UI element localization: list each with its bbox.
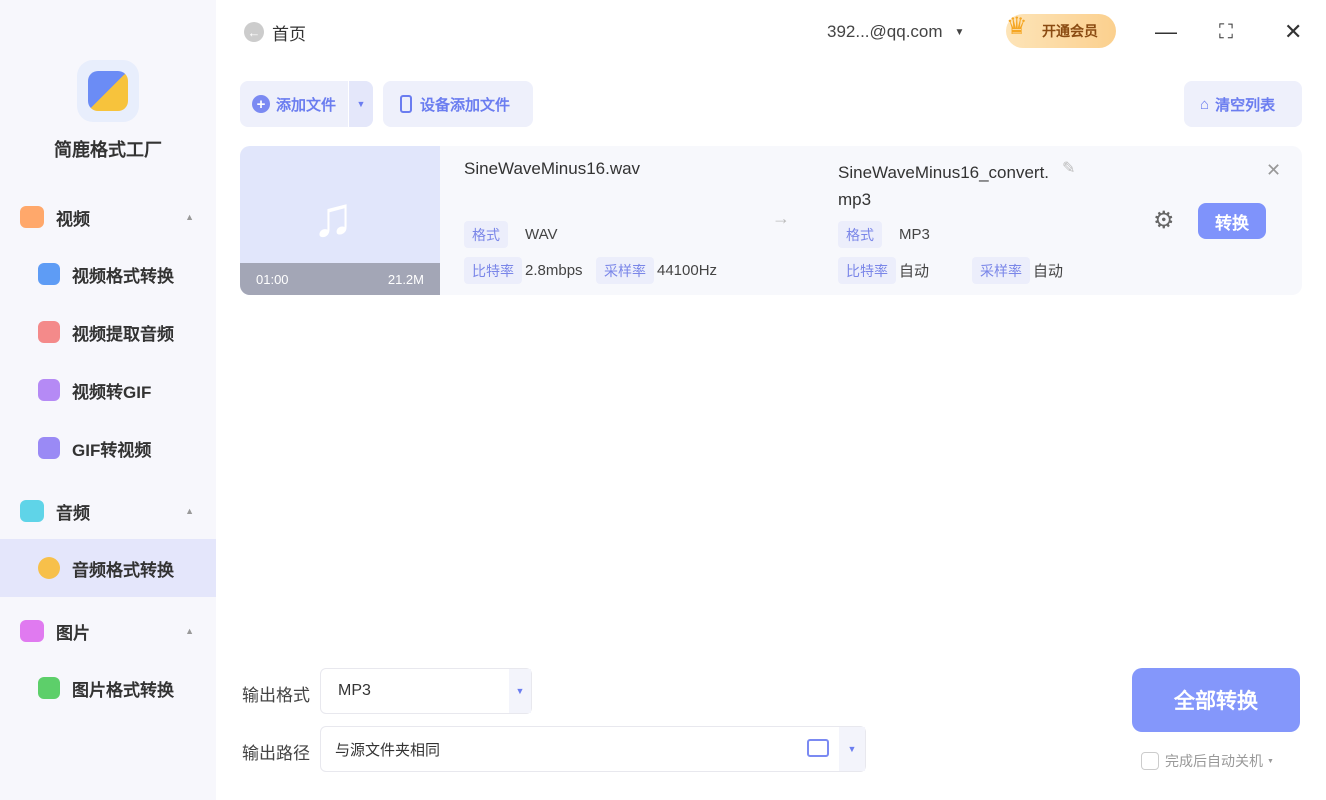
music-note-icon: ♫ <box>312 184 354 249</box>
account-email: 392...@qq.com <box>827 22 943 42</box>
target-filename: SineWaveMinus16_convert.mp3 <box>838 159 1053 213</box>
gif-video-icon <box>38 437 60 459</box>
sidebar-section-audio[interactable]: 音频 ▲ <box>0 489 216 533</box>
target-bitrate: 自动 <box>899 257 929 284</box>
plus-circle-icon: + <box>252 95 270 113</box>
item-label: 视频转GIF <box>72 378 151 403</box>
source-bitrate: 2.8mbps <box>525 257 583 284</box>
broom-icon: ⌂ <box>1200 96 1209 113</box>
back-home[interactable]: ← 首页 <box>244 18 306 46</box>
add-file-dropdown[interactable]: ▼ <box>348 81 373 127</box>
clear-list-button[interactable]: ⌂ 清空列表 <box>1184 81 1302 127</box>
item-label: 图片格式转换 <box>72 676 174 701</box>
image-convert-icon <box>38 677 60 699</box>
sidebar-item-image-convert[interactable]: 图片格式转换 <box>0 659 216 717</box>
gif-icon <box>38 379 60 401</box>
sidebar-item-gif-to-video[interactable]: GIF转视频 <box>0 419 216 477</box>
settings-gear-icon[interactable]: ⚙ <box>1153 206 1175 235</box>
minimize-button[interactable]: — <box>1155 18 1177 46</box>
item-label: 音频格式转换 <box>72 556 174 581</box>
convert-button[interactable]: 转换 <box>1198 203 1266 239</box>
file-size: 21.2M <box>388 272 424 287</box>
auto-shutdown-option[interactable]: 完成后自动关机 ▼ <box>1141 751 1274 771</box>
vip-button[interactable]: ♛ 开通会员 <box>1006 14 1116 48</box>
output-format-label: 输出格式 <box>242 681 310 706</box>
maximize-button[interactable]: ⛶ <box>1219 18 1233 46</box>
source-format: WAV <box>525 221 558 248</box>
audio-icon <box>20 500 44 522</box>
source-samplerate: 44100Hz <box>657 257 717 284</box>
duration: 01:00 <box>256 272 289 287</box>
collapse-icon: ▲ <box>185 212 194 222</box>
chevron-down-icon: ▼ <box>955 27 965 38</box>
target-format: MP3 <box>899 221 930 248</box>
image-icon <box>20 620 44 642</box>
device-add-file-button[interactable]: 设备添加文件 <box>383 81 533 127</box>
sidebar-item-video-convert[interactable]: 视频格式转换 <box>0 245 216 303</box>
section-label: 视频 <box>56 205 90 230</box>
item-label: GIF转视频 <box>72 436 151 461</box>
item-label: 视频提取音频 <box>72 320 174 345</box>
auto-shutdown-label: 完成后自动关机 <box>1165 751 1263 771</box>
close-window-button[interactable]: ✕ <box>1284 18 1302 46</box>
output-path-field[interactable]: 与源文件夹相同 ▼ <box>320 726 866 772</box>
phone-icon <box>400 95 412 113</box>
format-tag: 格式 <box>838 221 882 248</box>
chevron-down-icon: ▼ <box>1267 758 1274 765</box>
file-card: ♫ 01:0021.2M SineWaveMinus16.wav 格式 WAV … <box>240 146 1302 295</box>
collapse-icon: ▲ <box>185 506 194 516</box>
vip-label: 开通会员 <box>1042 21 1098 41</box>
samplerate-tag: 采样率 <box>596 257 654 284</box>
output-format-select[interactable]: MP3 ▼ <box>320 668 532 714</box>
bitrate-tag: 比特率 <box>464 257 522 284</box>
bitrate-tag: 比特率 <box>838 257 896 284</box>
back-label: 首页 <box>272 20 306 45</box>
target-samplerate: 自动 <box>1033 257 1063 284</box>
add-file-label: 添加文件 <box>276 94 336 115</box>
convert-icon <box>38 263 60 285</box>
output-path-value: 与源文件夹相同 <box>335 739 440 760</box>
crown-icon: ♛ <box>1006 12 1028 41</box>
add-file-button[interactable]: + 添加文件 ▼ <box>240 81 373 127</box>
headphones-icon <box>38 557 60 579</box>
folder-icon[interactable] <box>807 739 829 757</box>
video-icon <box>20 206 44 228</box>
remove-file-icon[interactable]: ✕ <box>1266 160 1281 181</box>
output-path-label: 输出路径 <box>242 739 310 764</box>
music-icon <box>38 321 60 343</box>
back-icon: ← <box>244 22 264 42</box>
collapse-icon: ▲ <box>185 626 194 636</box>
device-add-label: 设备添加文件 <box>420 94 510 115</box>
output-format-value: MP3 <box>338 682 371 700</box>
chevron-down-icon[interactable]: ▼ <box>839 727 865 771</box>
sidebar-item-audio-convert[interactable]: 音频格式转换 <box>0 539 216 597</box>
checkbox[interactable] <box>1141 752 1159 770</box>
sidebar-section-image[interactable]: 图片 ▲ <box>0 609 216 653</box>
section-label: 图片 <box>56 619 90 644</box>
file-thumbnail: ♫ 01:00 21.2M <box>240 146 440 295</box>
clear-list-label: 清空列表 <box>1215 94 1275 115</box>
chevron-down-icon: ▼ <box>509 669 531 713</box>
edit-icon[interactable]: ✎ <box>1062 158 1075 178</box>
sidebar: 简鹿格式工厂 视频 ▲ 视频格式转换 视频提取音频 视频转GIF GIF转视频 音… <box>0 0 216 800</box>
app-name: 简鹿格式工厂 <box>0 136 216 162</box>
item-label: 视频格式转换 <box>72 262 174 287</box>
sidebar-item-video-to-gif[interactable]: 视频转GIF <box>0 361 216 419</box>
convert-all-button[interactable]: 全部转换 <box>1132 668 1300 732</box>
account-menu[interactable]: 392...@qq.com ▼ <box>827 18 964 46</box>
samplerate-tag: 采样率 <box>972 257 1030 284</box>
section-label: 音频 <box>56 499 90 524</box>
source-filename: SineWaveMinus16.wav <box>464 159 640 179</box>
sidebar-item-extract-audio[interactable]: 视频提取音频 <box>0 303 216 361</box>
sidebar-section-video[interactable]: 视频 ▲ <box>0 195 216 239</box>
arrow-right-icon: → <box>772 208 790 229</box>
format-tag: 格式 <box>464 221 508 248</box>
app-logo <box>77 60 139 122</box>
